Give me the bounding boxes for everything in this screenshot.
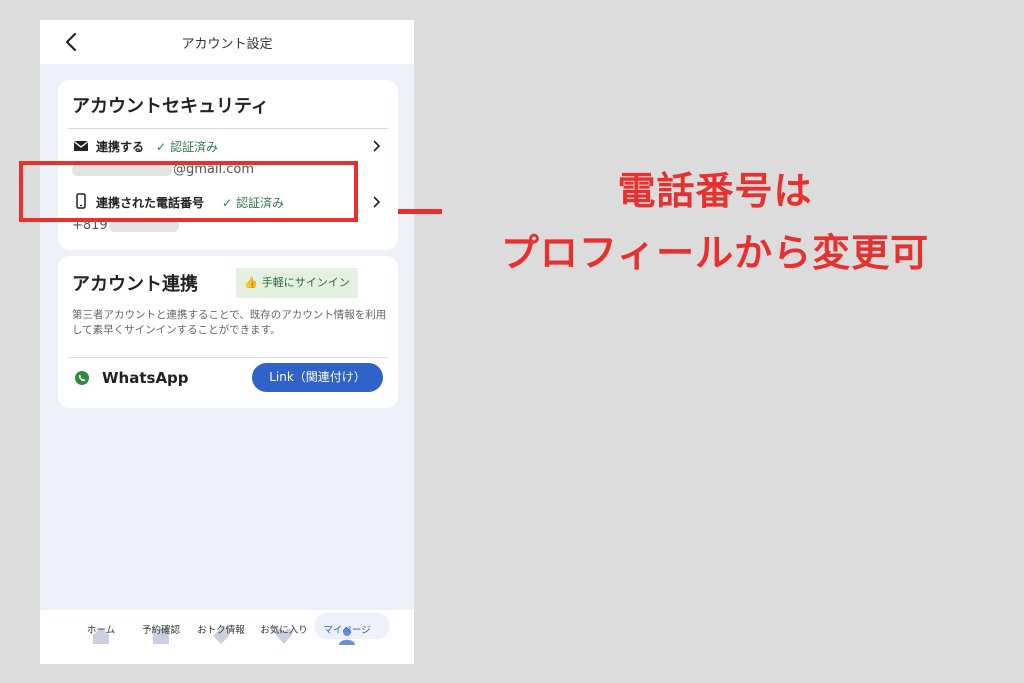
tab-mypage[interactable]: マイページ xyxy=(314,610,390,664)
tab-home[interactable]: ホーム xyxy=(70,610,132,664)
email-verified-status: ✓ 認証済み xyxy=(156,138,218,155)
divider xyxy=(68,357,388,358)
tab-deals-label: おトク情報 xyxy=(197,625,245,636)
tab-favorites-label: お気に入り xyxy=(260,625,308,636)
badge-text: 手軽にサインイン xyxy=(261,276,350,289)
page-title: アカウント設定 xyxy=(181,37,273,52)
security-title: アカウントセキュリティ xyxy=(72,96,269,117)
linking-description: 第三者アカウントと連携することで、既存のアカウント情報を利用して素早くサインイン… xyxy=(72,309,387,336)
callout-connector-line xyxy=(398,209,442,214)
nav-header: アカウント設定 xyxy=(40,20,414,64)
chevron-right-icon xyxy=(373,196,381,208)
divider xyxy=(68,128,388,129)
email-row-label: 連携する xyxy=(96,140,145,154)
tab-reservations[interactable]: 予約確認 xyxy=(130,610,192,664)
callout-line-1: 電話番号は xyxy=(617,169,813,213)
tab-deals[interactable]: おトク情報 xyxy=(190,610,252,664)
callout-line-2: プロフィールから変更可 xyxy=(500,231,930,275)
chevron-right-icon xyxy=(373,140,381,152)
tab-reservations-label: 予約確認 xyxy=(141,625,180,636)
whatsapp-label: WhatsApp xyxy=(102,369,189,387)
whatsapp-icon xyxy=(75,371,89,385)
thumbs-up-icon: 👍 xyxy=(244,276,258,289)
account-linking-card: アカウント連携 👍 手軽にサインイン 第三者アカウントと連携することで、既存のアカ… xyxy=(58,256,398,408)
phone-screen: アカウント設定 アカウントセキュリティ 連携する ✓ 認証済み @gmail.co… xyxy=(40,20,414,664)
highlight-box xyxy=(19,161,358,222)
tab-favorites[interactable]: お気に入り xyxy=(253,610,315,664)
email-status-text: 認証済み xyxy=(170,140,219,154)
tab-mypage-label: マイページ xyxy=(323,625,371,636)
tab-home-label: ホーム xyxy=(86,625,116,636)
linking-title: アカウント連携 xyxy=(72,274,198,295)
quick-signin-badge: 👍 手軽にサインイン xyxy=(236,268,358,298)
mail-icon xyxy=(73,140,89,151)
check-icon: ✓ xyxy=(156,140,167,154)
bottom-tab-bar: ホーム 予約確認 おトク情報 お気に入り マイページ xyxy=(40,610,414,664)
link-whatsapp-button[interactable]: Link（関連付け） xyxy=(252,363,383,392)
